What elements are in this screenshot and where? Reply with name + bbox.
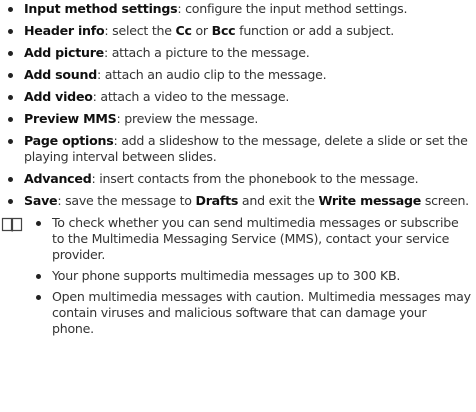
book-note-icon [1, 217, 23, 232]
bullet-icon [8, 139, 13, 144]
bullet-icon [36, 295, 41, 300]
bullet-icon [36, 221, 41, 226]
option-term: Header info [24, 23, 105, 38]
inline-term: Write message [318, 193, 422, 208]
option-term: Save [24, 193, 58, 208]
list-item: Add picture: attach a picture to the mes… [0, 45, 472, 61]
option-description: : attach a video to the message. [92, 89, 290, 104]
option-description: : configure the input method settings. [177, 1, 408, 16]
list-item: Add video: attach a video to the message… [0, 89, 472, 105]
option-term: Advanced [24, 171, 92, 186]
bullet-icon [8, 73, 13, 78]
feature-list: Input method settings: configure the inp… [0, 1, 472, 209]
list-item: Add sound: attach an audio clip to the m… [0, 67, 472, 83]
list-item: Advanced: insert contacts from the phone… [0, 171, 472, 187]
option-description: : insert contacts from the phonebook to … [91, 171, 419, 186]
option-term: Add sound [24, 67, 98, 82]
option-description: : save the message to [57, 193, 196, 208]
inline-term: Bcc [211, 23, 236, 38]
list-item: Page options: add a slideshow to the mes… [0, 133, 472, 165]
list-item: Your phone supports multimedia messages … [24, 268, 472, 284]
note-text: Your phone supports multimedia messages … [52, 268, 401, 283]
option-description: function or add a subject. [235, 23, 395, 38]
option-term: Preview MMS [24, 111, 117, 126]
option-description: : attach a picture to the message. [103, 45, 310, 60]
note-block: To check whether you can send multimedia… [0, 215, 472, 337]
option-term: Add picture [24, 45, 104, 60]
list-item: Input method settings: configure the inp… [0, 1, 472, 17]
option-description: and exit the [238, 193, 319, 208]
inline-term: Drafts [195, 193, 239, 208]
note-list: To check whether you can send multimedia… [24, 215, 472, 337]
list-item: Open multimedia messages with caution. M… [24, 289, 472, 337]
inline-term: Cc [175, 23, 192, 38]
note-text: To check whether you can send multimedia… [52, 215, 459, 262]
list-item: To check whether you can send multimedia… [24, 215, 472, 263]
list-item: Preview MMS: preview the message. [0, 111, 472, 127]
option-description: or [191, 23, 212, 38]
option-term: Page options [24, 133, 114, 148]
option-description: : attach an audio clip to the message. [97, 67, 327, 82]
bullet-icon [8, 7, 13, 12]
bullet-icon [36, 274, 41, 279]
option-description: : select the [104, 23, 176, 38]
option-description: screen. [421, 193, 469, 208]
option-term: Input method settings [24, 1, 178, 16]
list-item: Header info: select the Cc or Bcc functi… [0, 23, 472, 39]
manual-page: Input method settings: configure the inp… [0, 1, 476, 412]
option-term: Add video [24, 89, 93, 104]
bullet-icon [8, 199, 13, 204]
list-item: Save: save the message to Drafts and exi… [0, 193, 472, 209]
bullet-icon [8, 51, 13, 56]
bullet-icon [8, 177, 13, 182]
note-text: Open multimedia messages with caution. M… [52, 289, 471, 336]
bullet-icon [8, 117, 13, 122]
option-description: : preview the message. [116, 111, 259, 126]
bullet-icon [8, 95, 13, 100]
bullet-icon [8, 29, 13, 34]
